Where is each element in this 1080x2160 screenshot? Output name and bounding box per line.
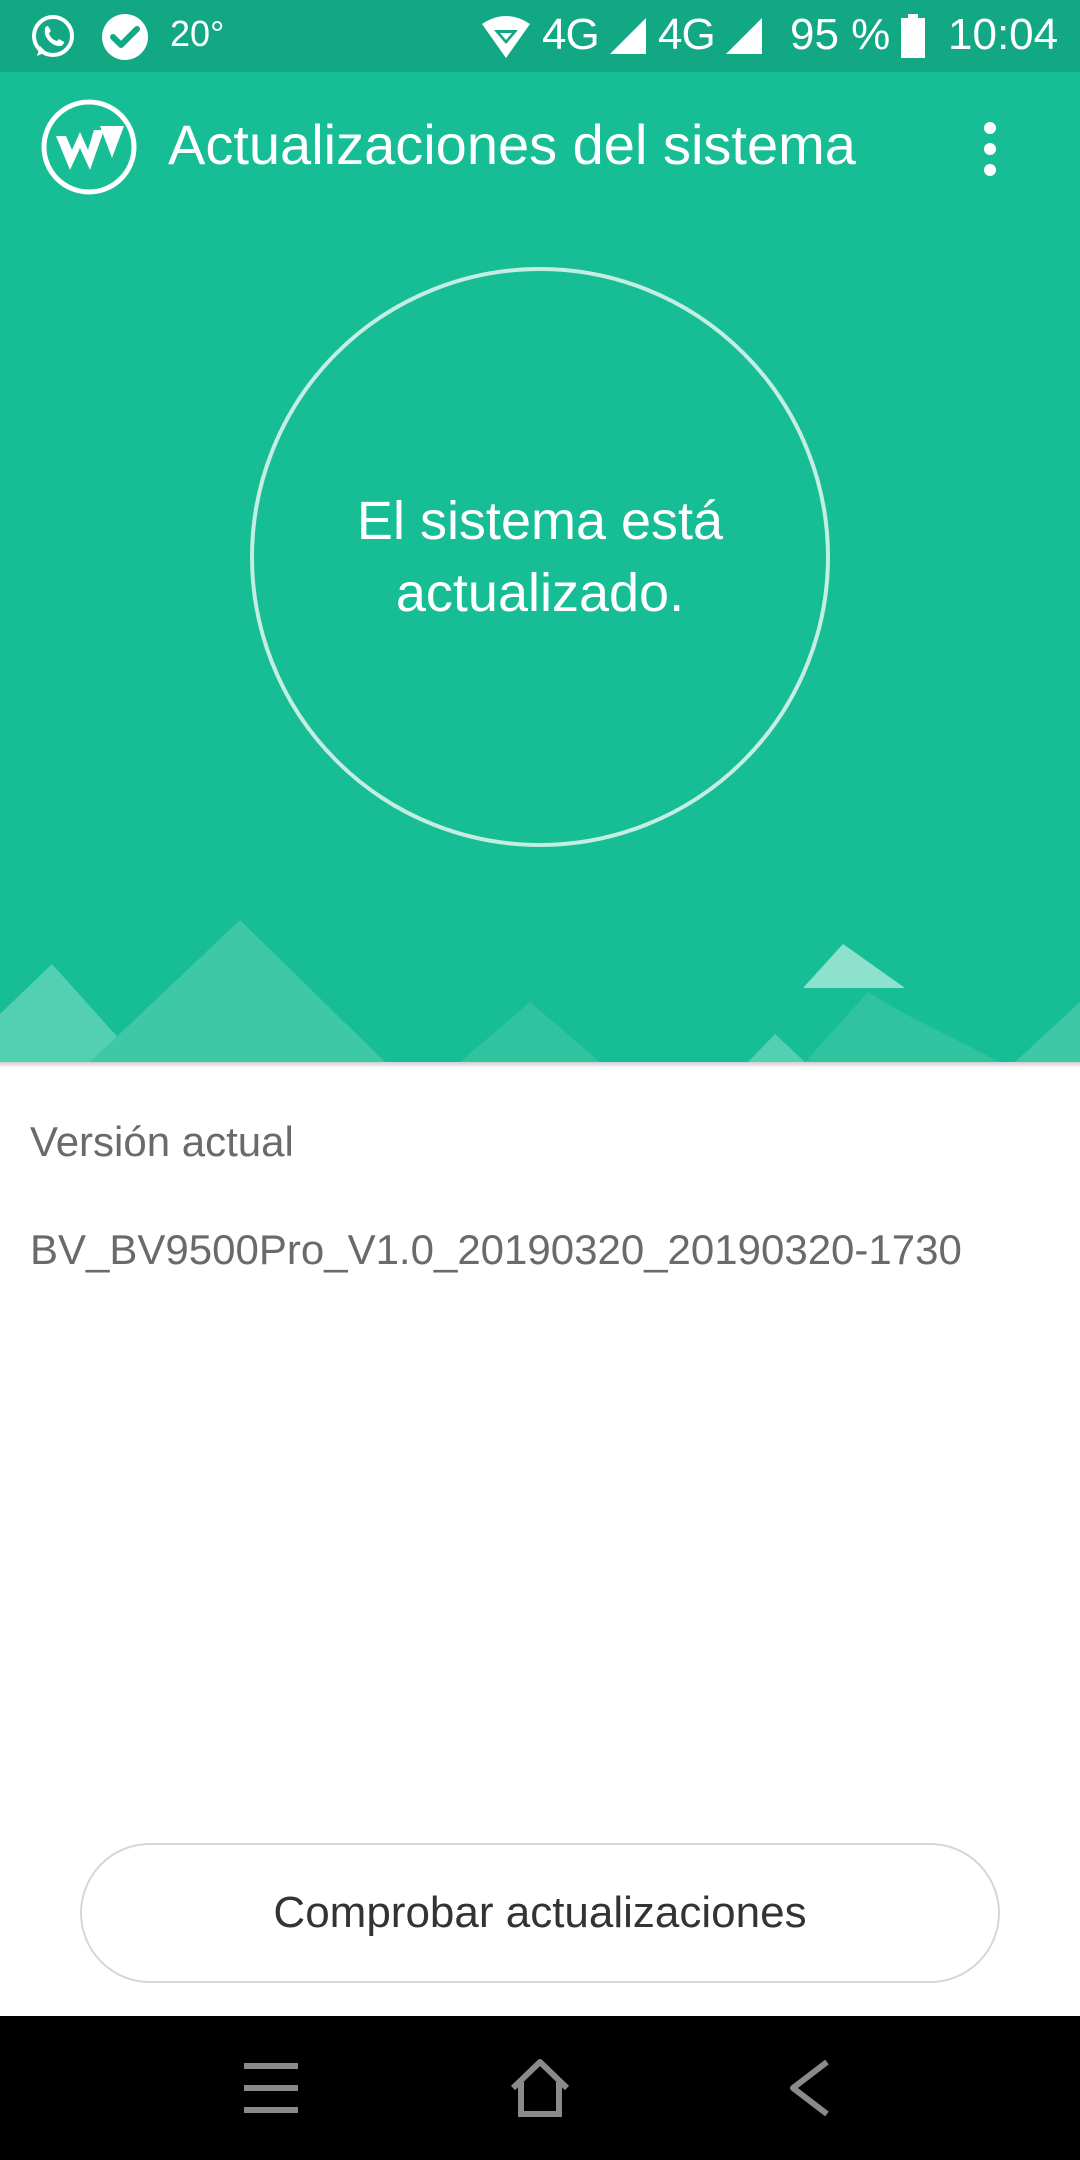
whatsapp-icon bbox=[32, 15, 74, 57]
status-bar: 20° 4G 4G 95 % 10:04 bbox=[0, 0, 1080, 72]
check-updates-button[interactable]: Comprobar actualizaciones bbox=[80, 1843, 1000, 1983]
clock: 10:04 bbox=[948, 10, 1059, 59]
navigation-bar bbox=[0, 2016, 1080, 2160]
mountain-decoration bbox=[0, 920, 1080, 1062]
screen: 20° 4G 4G 95 % 10:04 Actualizaciones del… bbox=[0, 0, 1080, 2160]
header-shadow bbox=[0, 1062, 1080, 1068]
update-status-circle: El sistema está actualizado. bbox=[250, 267, 830, 847]
hotspot-icon bbox=[482, 16, 530, 58]
signal-icon bbox=[726, 18, 762, 54]
back-icon[interactable] bbox=[775, 2056, 845, 2120]
update-status-message: El sistema está actualizado. bbox=[356, 491, 724, 623]
temperature: 20° bbox=[170, 13, 225, 54]
version-value: BV_BV9500Pro_V1.0_20190320_20190320-1730 bbox=[30, 1226, 962, 1273]
app-logo-icon bbox=[41, 99, 137, 195]
home-icon[interactable] bbox=[505, 2056, 575, 2120]
signal-icon bbox=[610, 18, 646, 54]
check-circle-icon bbox=[102, 14, 148, 60]
more-vert-icon-dot bbox=[984, 143, 996, 155]
more-vert-icon bbox=[984, 122, 996, 134]
version-label: Versión actual bbox=[30, 1118, 294, 1165]
more-options-button[interactable] bbox=[966, 114, 1014, 184]
battery-percent: 95 % bbox=[790, 10, 891, 59]
header-hero: Actualizaciones del sistema El sistema e… bbox=[0, 72, 1080, 1062]
battery-icon bbox=[901, 14, 925, 58]
page-title: Actualizaciones del sistema bbox=[168, 113, 856, 176]
more-vert-icon-dot bbox=[984, 164, 996, 176]
network-type-1: 4G bbox=[542, 10, 600, 59]
menu-icon[interactable] bbox=[236, 2056, 306, 2120]
network-type-2: 4G bbox=[658, 10, 716, 59]
